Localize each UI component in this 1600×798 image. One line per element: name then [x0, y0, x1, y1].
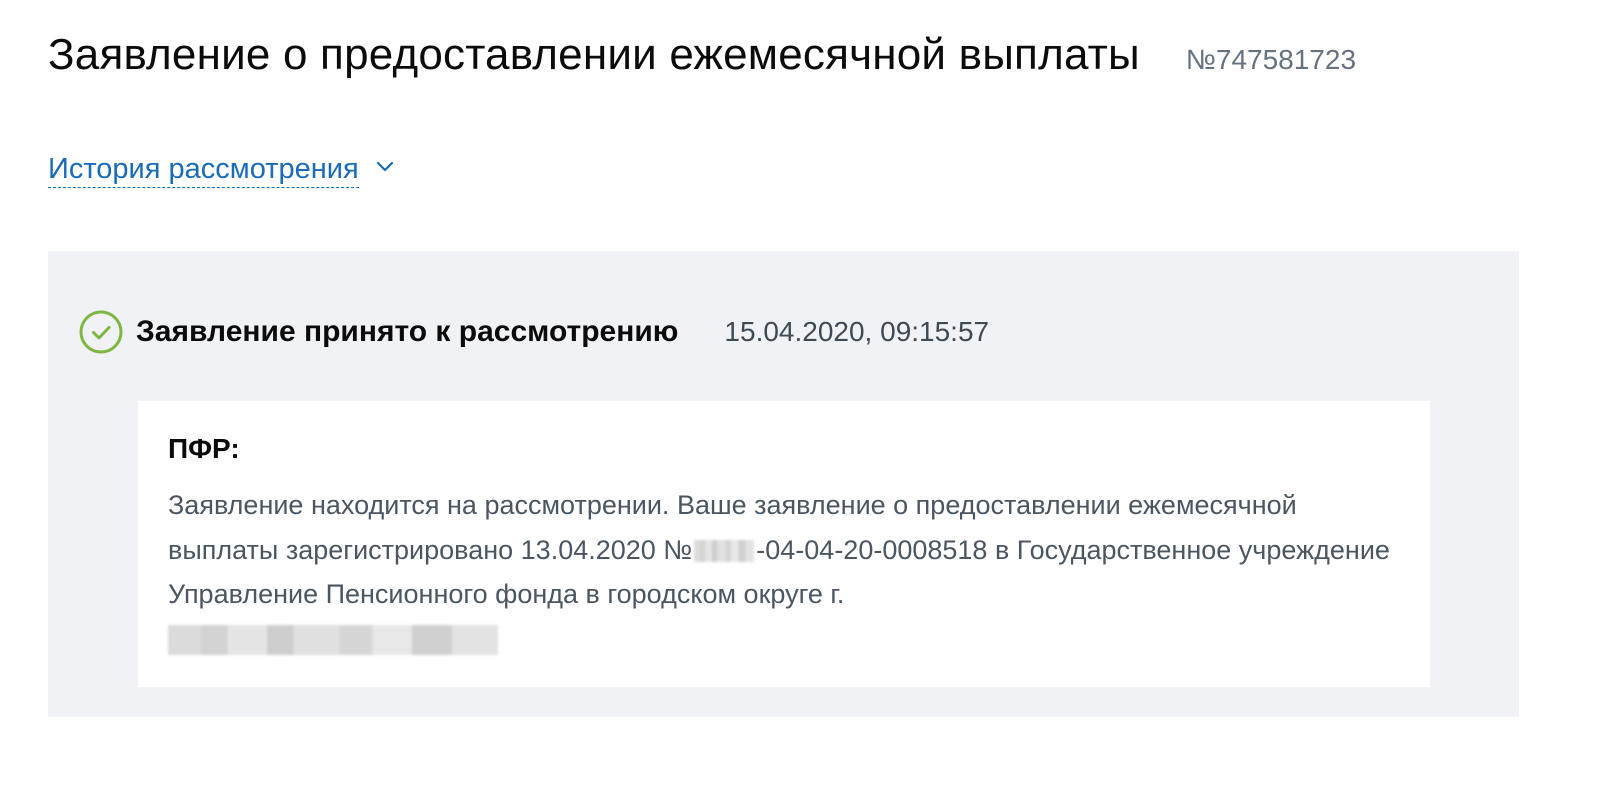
- history-link[interactable]: История рассмотрения: [48, 152, 359, 188]
- status-timestamp: 15.04.2020, 09:15:57: [724, 316, 990, 347]
- redacted-city: [168, 625, 498, 656]
- message-text: Заявление находится на рассмотрении. Ваш…: [168, 483, 1400, 661]
- chevron-down-icon[interactable]: [375, 159, 395, 173]
- status-row: Заявление принято к рассмотрению 15.04.2…: [78, 309, 989, 355]
- history-toggle[interactable]: История рассмотрения: [48, 152, 395, 188]
- status-title: Заявление принято к рассмотрению: [136, 315, 679, 348]
- message-sender: ПФР:: [168, 433, 240, 464]
- page-header: Заявление о предоставлении ежемесячной в…: [48, 30, 1356, 80]
- application-number: №747581723: [1185, 44, 1357, 75]
- message-card: ПФР: Заявление находится на рассмотрении…: [138, 401, 1430, 687]
- page-title: Заявление о предоставлении ежемесячной в…: [48, 30, 1140, 79]
- check-circle-icon: [78, 309, 124, 355]
- status-panel: Заявление принято к рассмотрению 15.04.2…: [48, 251, 1519, 717]
- redacted-number: [694, 540, 755, 563]
